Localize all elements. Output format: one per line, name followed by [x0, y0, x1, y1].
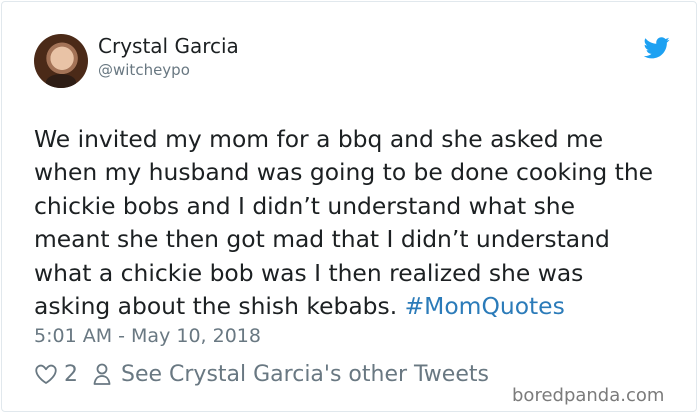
tweet-line: chickie bobs and I didn’t understand wha… — [34, 191, 575, 220]
tweet-timestamp[interactable]: 5:01 AM - May 10, 2018 — [34, 325, 261, 347]
tweet-line: We invited my mom for a bbq and she aske… — [34, 125, 604, 153]
tweet-line: what a chickie bob was I then realized s… — [34, 258, 584, 287]
heart-icon[interactable] — [34, 362, 58, 386]
display-name[interactable]: Crystal Garcia — [98, 34, 239, 58]
like-count[interactable]: 2 — [64, 362, 78, 387]
tweet-line-text: asking about the shish kebabs. — [34, 292, 398, 321]
avatar[interactable] — [34, 34, 88, 88]
watermark: boredpanda.com — [512, 385, 665, 406]
twitter-bird-icon[interactable] — [644, 37, 670, 59]
tweet-text: We invited my mom for a bbq and she aske… — [34, 123, 684, 323]
tweet-actions: 2 See Crystal Garcia's other Tweets — [34, 359, 489, 389]
profile-tweets-link[interactable]: See Crystal Garcia's other Tweets — [121, 362, 489, 387]
tweet-line: when my husband was going to be done coo… — [34, 158, 654, 187]
tweet-last-line: asking about the shish kebabs. #MomQuote… — [34, 290, 684, 323]
tweet-card: Crystal Garcia @witcheypo We invited my … — [1, 1, 697, 412]
user-handle[interactable]: @witcheypo — [98, 61, 190, 79]
person-icon[interactable] — [92, 362, 112, 386]
hashtag-link[interactable]: #MomQuotes — [405, 292, 565, 320]
tweet-line: meant she then got mad that I didn’t und… — [34, 225, 610, 254]
